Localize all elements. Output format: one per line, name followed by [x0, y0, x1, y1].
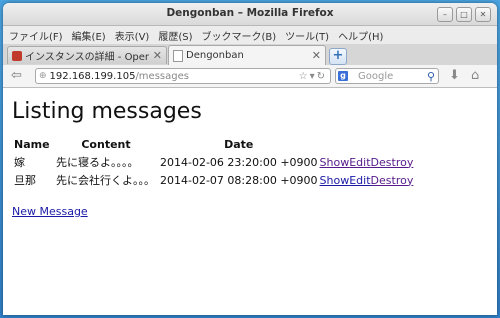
menu-view[interactable]: 表示(V)	[115, 28, 150, 43]
dropdown-icon[interactable]: ▾	[310, 71, 317, 82]
cell-content: 先に会社行くよ。。。	[56, 174, 155, 187]
search-icon[interactable]: ⚲	[427, 70, 435, 83]
url-path: /messages	[135, 70, 189, 82]
menu-bar: ファイル(F) 編集(E) 表示(V) 履歴(S) ブックマーク(B) ツール(…	[3, 26, 497, 44]
page-icon	[173, 49, 183, 62]
table-row: 旦那 先に会社行くよ。。。 2014-02-07 08:28:00 +0900 …	[12, 171, 413, 189]
menu-help[interactable]: ヘルプ(H)	[338, 28, 383, 43]
page-content: Listing messages Name Content Date 嫁 先に寝…	[3, 88, 497, 315]
column-header-name: Name	[14, 138, 50, 151]
cell-date: 2014-02-06 23:20:00 +0900	[160, 155, 318, 169]
column-header-date: Date	[224, 138, 254, 151]
window-title: Dengonban – Mozilla Firefox	[166, 7, 334, 19]
navigation-bar: ⇦ ⊕ 192.168.199.105/messages ☆▾↻ g Googl…	[3, 65, 497, 88]
menu-bookmarks[interactable]: ブックマーク(B)	[202, 28, 277, 43]
tab-openstack-instance[interactable]: インスタンスの詳細 - Open... ✕	[7, 46, 167, 64]
tab-label: インスタンスの詳細 - Open...	[25, 52, 149, 63]
cell-date: 2014-02-07 08:28:00 +0900	[160, 173, 318, 187]
download-arrow-icon[interactable]: ⬇	[449, 68, 460, 83]
new-tab-button[interactable]: +	[329, 48, 347, 65]
close-tab-icon[interactable]: ✕	[153, 49, 162, 62]
page-title: Listing messages	[12, 99, 202, 124]
reload-icon[interactable]: ↻	[317, 71, 327, 82]
red-app-icon	[12, 50, 22, 61]
cell-content: 先に寝るよ。。。。	[56, 156, 139, 169]
close-tab-icon[interactable]: ✕	[312, 49, 321, 62]
table-row: 嫁 先に寝るよ。。。。 2014-02-06 23:20:00 +0900 Sh…	[12, 153, 413, 171]
title-bar[interactable]: Dengonban – Mozilla Firefox – □ ✕	[3, 3, 497, 26]
destroy-link[interactable]: Destroy	[371, 174, 414, 187]
menu-edit[interactable]: 編集(E)	[72, 28, 106, 43]
messages-table: Name Content Date 嫁 先に寝るよ。。。。 2014-02-06…	[12, 138, 413, 189]
tab-dengonban[interactable]: Dengonban ✕	[168, 45, 326, 65]
new-message-link[interactable]: New Message	[12, 205, 88, 218]
cell-name: 旦那	[14, 174, 36, 187]
search-bar[interactable]: g Google ⚲	[335, 68, 439, 84]
browser-window: Dengonban – Mozilla Firefox – □ ✕ ファイル(F…	[3, 3, 497, 315]
cell-name: 嫁	[14, 156, 25, 169]
show-link[interactable]: Show	[320, 174, 350, 187]
menu-file[interactable]: ファイル(F)	[9, 28, 63, 43]
edit-link[interactable]: Edit	[349, 156, 370, 169]
menu-history[interactable]: 履歴(S)	[158, 28, 192, 43]
menu-tools[interactable]: ツール(T)	[285, 28, 329, 43]
search-placeholder: Google	[358, 70, 394, 82]
home-icon[interactable]: ⌂	[471, 68, 479, 83]
google-icon[interactable]: g	[338, 71, 348, 81]
close-window-button[interactable]: ✕	[475, 7, 491, 22]
destroy-link[interactable]: Destroy	[371, 156, 414, 169]
maximize-button[interactable]: □	[456, 7, 472, 22]
bookmark-star-icon[interactable]: ☆	[299, 71, 310, 82]
globe-icon: ⊕	[39, 71, 47, 81]
url-bar[interactable]: ⊕ 192.168.199.105/messages ☆▾↻	[35, 68, 331, 84]
url-host: 192.168.199.105	[49, 70, 136, 82]
back-arrow-icon[interactable]: ⇦	[11, 68, 22, 83]
column-header-content: Content	[81, 138, 131, 151]
show-link[interactable]: Show	[320, 156, 350, 169]
tab-bar: インスタンスの詳細 - Open... ✕ Dengonban ✕ +	[3, 44, 497, 66]
tab-label: Dengonban	[186, 50, 244, 61]
minimize-button[interactable]: –	[437, 7, 453, 22]
edit-link[interactable]: Edit	[349, 174, 370, 187]
